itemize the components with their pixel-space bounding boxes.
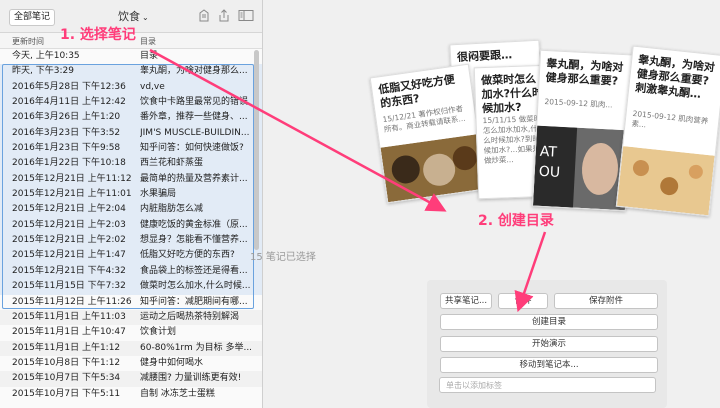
annotation-step2: 2. 创建目录 — [478, 213, 554, 229]
arrow-to-button — [514, 231, 547, 313]
annotation-arrows — [149, 48, 547, 313]
annotation-step1: 1. 选择笔记 — [60, 27, 136, 43]
arrow-to-toc — [149, 48, 447, 212]
